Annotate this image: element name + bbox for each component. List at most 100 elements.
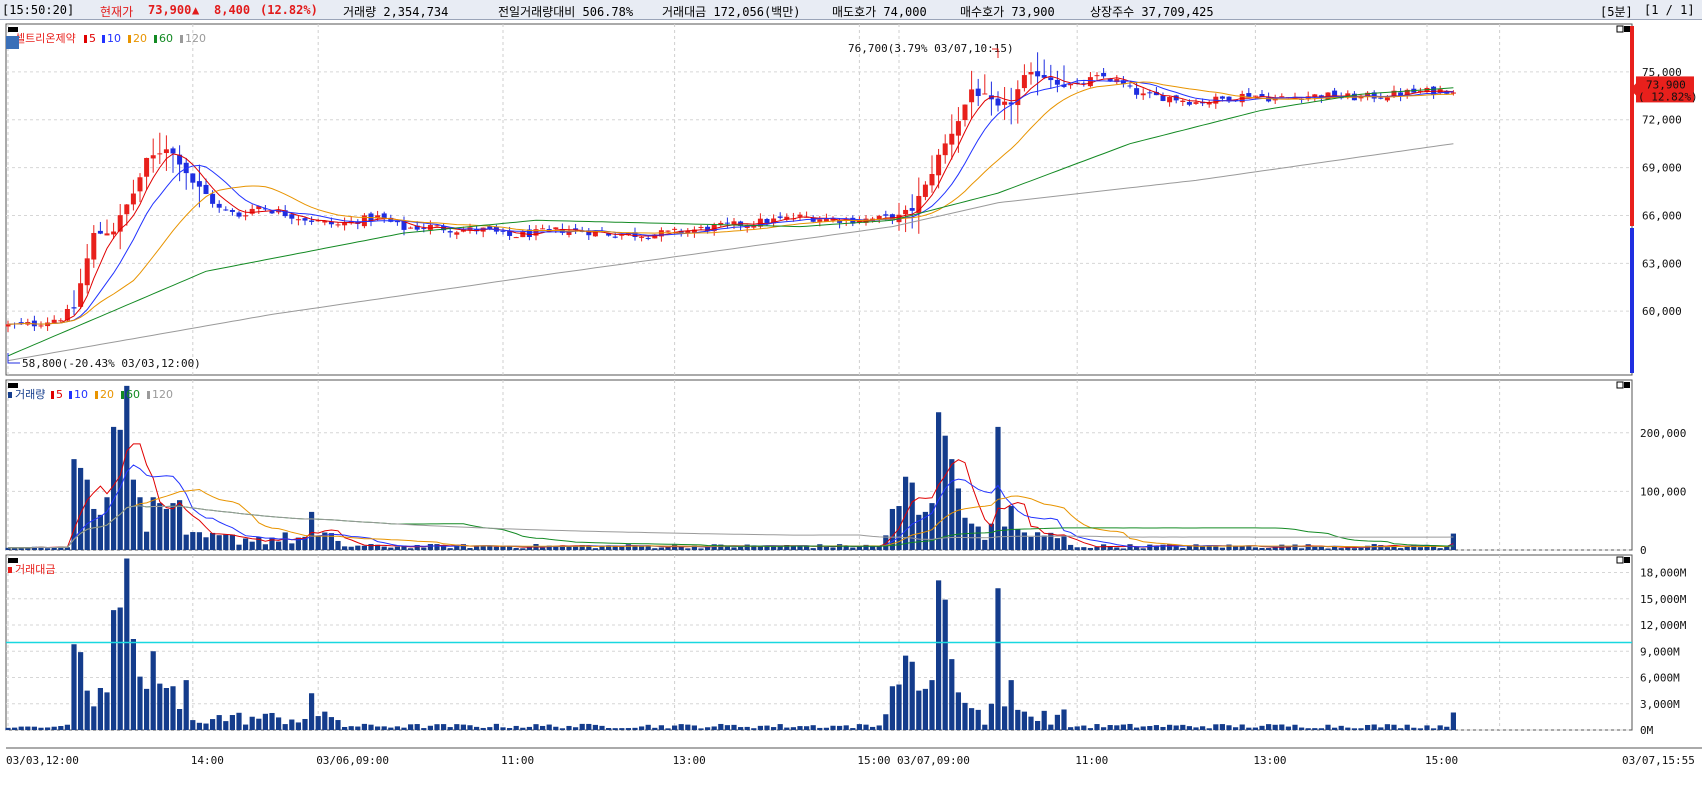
legend-item: 60 — [126, 388, 140, 401]
amount-bar — [361, 723, 367, 730]
candle-body — [18, 322, 24, 324]
volume-bar — [368, 544, 374, 550]
bar-y-tick: 12,000M — [1640, 619, 1687, 632]
amount-bar — [1140, 726, 1146, 730]
amount-bar — [1219, 724, 1225, 730]
amount-bar — [1107, 725, 1113, 730]
volume-bar — [909, 482, 915, 550]
amount-bar — [810, 725, 816, 730]
amount-bar — [705, 727, 711, 730]
amount-bar — [843, 725, 849, 730]
stock-chart: 03/03,12:00 14:00 03/06,09:00 11:00 13:00 15:… — [5, 23, 1702, 767]
amount-bar — [619, 728, 625, 730]
side-strength-bar-down — [1630, 228, 1634, 373]
candle-body — [124, 204, 130, 215]
amount-bar — [1444, 726, 1450, 730]
volume-bar — [348, 546, 354, 550]
volume-bar — [229, 534, 235, 550]
amount-bar — [830, 725, 836, 730]
amount-bar — [797, 726, 803, 730]
volume-bar — [1318, 546, 1324, 550]
volume-bar — [936, 412, 942, 550]
amount-bar — [1074, 726, 1080, 730]
amount-bar — [837, 725, 843, 730]
amount-bar — [315, 716, 321, 730]
volume-bar — [850, 547, 856, 550]
amount-bar — [1035, 720, 1041, 730]
amount-bar — [342, 726, 348, 730]
bar-y-tick: 6,000M — [1640, 672, 1680, 685]
volume-bar — [276, 541, 282, 550]
amount-bar — [480, 727, 486, 730]
amount-bar — [414, 724, 420, 730]
amount-bar — [500, 727, 506, 730]
amount-bar — [698, 728, 704, 730]
amount-bar — [1120, 724, 1126, 730]
candle-body — [612, 236, 618, 238]
amount-bar — [282, 724, 288, 730]
amount-bar — [903, 655, 909, 730]
legend-item-swatch — [69, 391, 72, 399]
amount-bar — [348, 726, 354, 730]
volume-bar — [804, 546, 810, 550]
amount-bar — [599, 725, 605, 730]
ask-text: 매도호가 74,000 — [832, 5, 927, 19]
candle-body — [1279, 96, 1285, 98]
amount-bar — [1087, 728, 1093, 730]
candle-body — [639, 236, 645, 238]
legend-item-swatch — [95, 391, 98, 399]
amount-bar — [995, 588, 1001, 730]
amount-bar — [1371, 724, 1377, 730]
volume-bar — [672, 544, 678, 550]
amount-bar — [111, 610, 117, 730]
interval-selector[interactable]: [5분] — [1600, 3, 1633, 20]
amount-bar — [91, 706, 97, 730]
amount-bar — [850, 728, 856, 730]
amount-bar — [724, 725, 730, 730]
volume-bar — [810, 548, 816, 550]
volume-bar — [1054, 538, 1060, 550]
amount-bar — [144, 688, 150, 730]
candle-body — [434, 225, 440, 227]
price-y-tick: 63,000 — [1642, 257, 1682, 270]
panel-frame-0 — [5, 23, 1633, 376]
amount-bar — [427, 725, 433, 730]
legend-item-swatch — [128, 35, 131, 43]
volume-bar — [1325, 548, 1331, 550]
amount-bar — [804, 726, 810, 730]
amount-bar — [1259, 725, 1265, 730]
amount-bar — [1285, 726, 1291, 730]
bar-y-tick: 200,000 — [1640, 427, 1686, 440]
amount-bar — [883, 714, 889, 730]
amount-bar — [1015, 709, 1021, 730]
volume-bar — [216, 535, 222, 550]
candle-body — [190, 173, 196, 183]
amount-bar — [1450, 712, 1456, 730]
legend-item: 5 — [89, 32, 96, 45]
amount-bar — [355, 726, 361, 730]
volume-bar — [394, 546, 400, 550]
candle-body — [922, 184, 928, 197]
amount-text: 거래대금 172,056(백만) — [662, 5, 801, 19]
amount-bar — [177, 709, 183, 730]
candle-body — [513, 237, 519, 239]
volume-bar — [335, 540, 341, 550]
volume-bar — [45, 548, 51, 550]
volume-bar — [1219, 547, 1225, 550]
amount-bar — [1299, 727, 1305, 730]
volume-bar — [507, 546, 513, 550]
amount-bar — [777, 724, 783, 730]
candle-body — [1252, 95, 1258, 97]
amount-bar — [982, 724, 988, 730]
price-y-tick: 72,000 — [1642, 114, 1682, 127]
amount-bar — [540, 725, 546, 730]
x-tick-label: 03/06,09:00 — [316, 754, 389, 767]
legend-swatch — [8, 567, 12, 573]
amount-bar — [1246, 727, 1252, 730]
volume-bar — [1213, 546, 1219, 550]
amount-bar — [421, 728, 427, 730]
amount-bar — [546, 724, 552, 730]
volume-bar — [97, 514, 103, 550]
volume-bar — [1147, 544, 1153, 550]
candle-body — [196, 181, 202, 187]
